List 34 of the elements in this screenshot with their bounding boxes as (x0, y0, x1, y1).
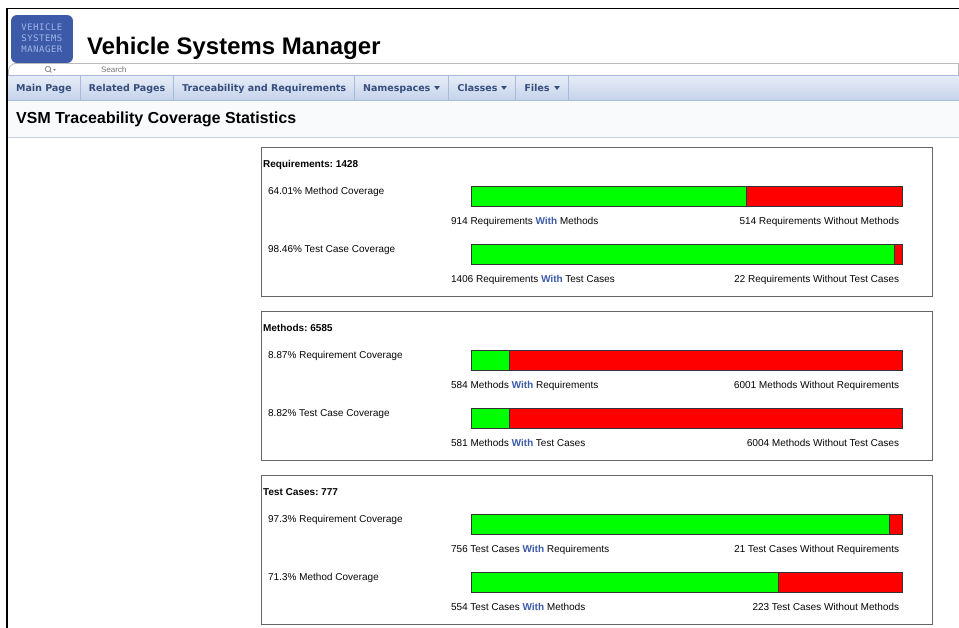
without-count: 6001 Methods Without Requirements (734, 380, 899, 391)
card-title: Requirements: 1428 (262, 159, 358, 170)
without-count: 514 Requirements Without Methods (739, 216, 899, 227)
card-title: Methods: 6585 (262, 323, 332, 334)
coverage-label: 71.3% Method Coverage (267, 572, 380, 585)
with-count: 756 Test Cases With Requirements (451, 544, 610, 555)
logo-text: SYSTEMS (21, 34, 63, 44)
nav-tab[interactable]: Namespaces (355, 76, 450, 100)
coverage-label: 8.82% Test Case Coverage (267, 408, 391, 421)
without-count: 223 Test Cases Without Methods (752, 602, 899, 613)
nav-tab[interactable]: Traceability and Requirements (174, 76, 356, 100)
search-field[interactable]: Search (101, 65, 221, 74)
card-title: Test Cases: 777 (262, 487, 338, 498)
coverage-label: 97.3% Requirement Coverage (267, 514, 404, 527)
search-icon[interactable] (44, 65, 56, 74)
with-count: 914 Requirements With Methods (451, 216, 598, 227)
coverage-label: 64.01% Method Coverage (267, 186, 386, 199)
with-count: 1406 Requirements With Test Cases (451, 274, 615, 285)
without-count: 6004 Methods Without Test Cases (746, 438, 899, 449)
without-count: 21 Test Cases Without Requirements (734, 544, 899, 555)
with-count: 554 Test Cases With Methods (451, 602, 586, 613)
coverage-label: 98.46% Test Case Coverage (267, 244, 396, 257)
nav-tab[interactable]: Related Pages (80, 76, 174, 100)
nav-tab[interactable]: Classes (449, 76, 516, 100)
coverage-label: 8.87% Requirement Coverage (267, 350, 404, 363)
nav-tab[interactable]: Files (516, 76, 568, 100)
logo-text: VEHICLE (21, 22, 63, 34)
logo-text: MANAGER (21, 44, 63, 56)
nav-tab[interactable]: Main Page (8, 76, 81, 100)
site-title: Vehicle Systems Manager (87, 33, 380, 62)
with-count: 581 Methods With Test Cases (451, 438, 586, 449)
with-count: 584 Methods With Requirements (451, 380, 598, 391)
page-title: VSM Traceability Coverage Statistics (16, 110, 296, 128)
without-count: 22 Requirements Without Test Cases (734, 274, 899, 285)
